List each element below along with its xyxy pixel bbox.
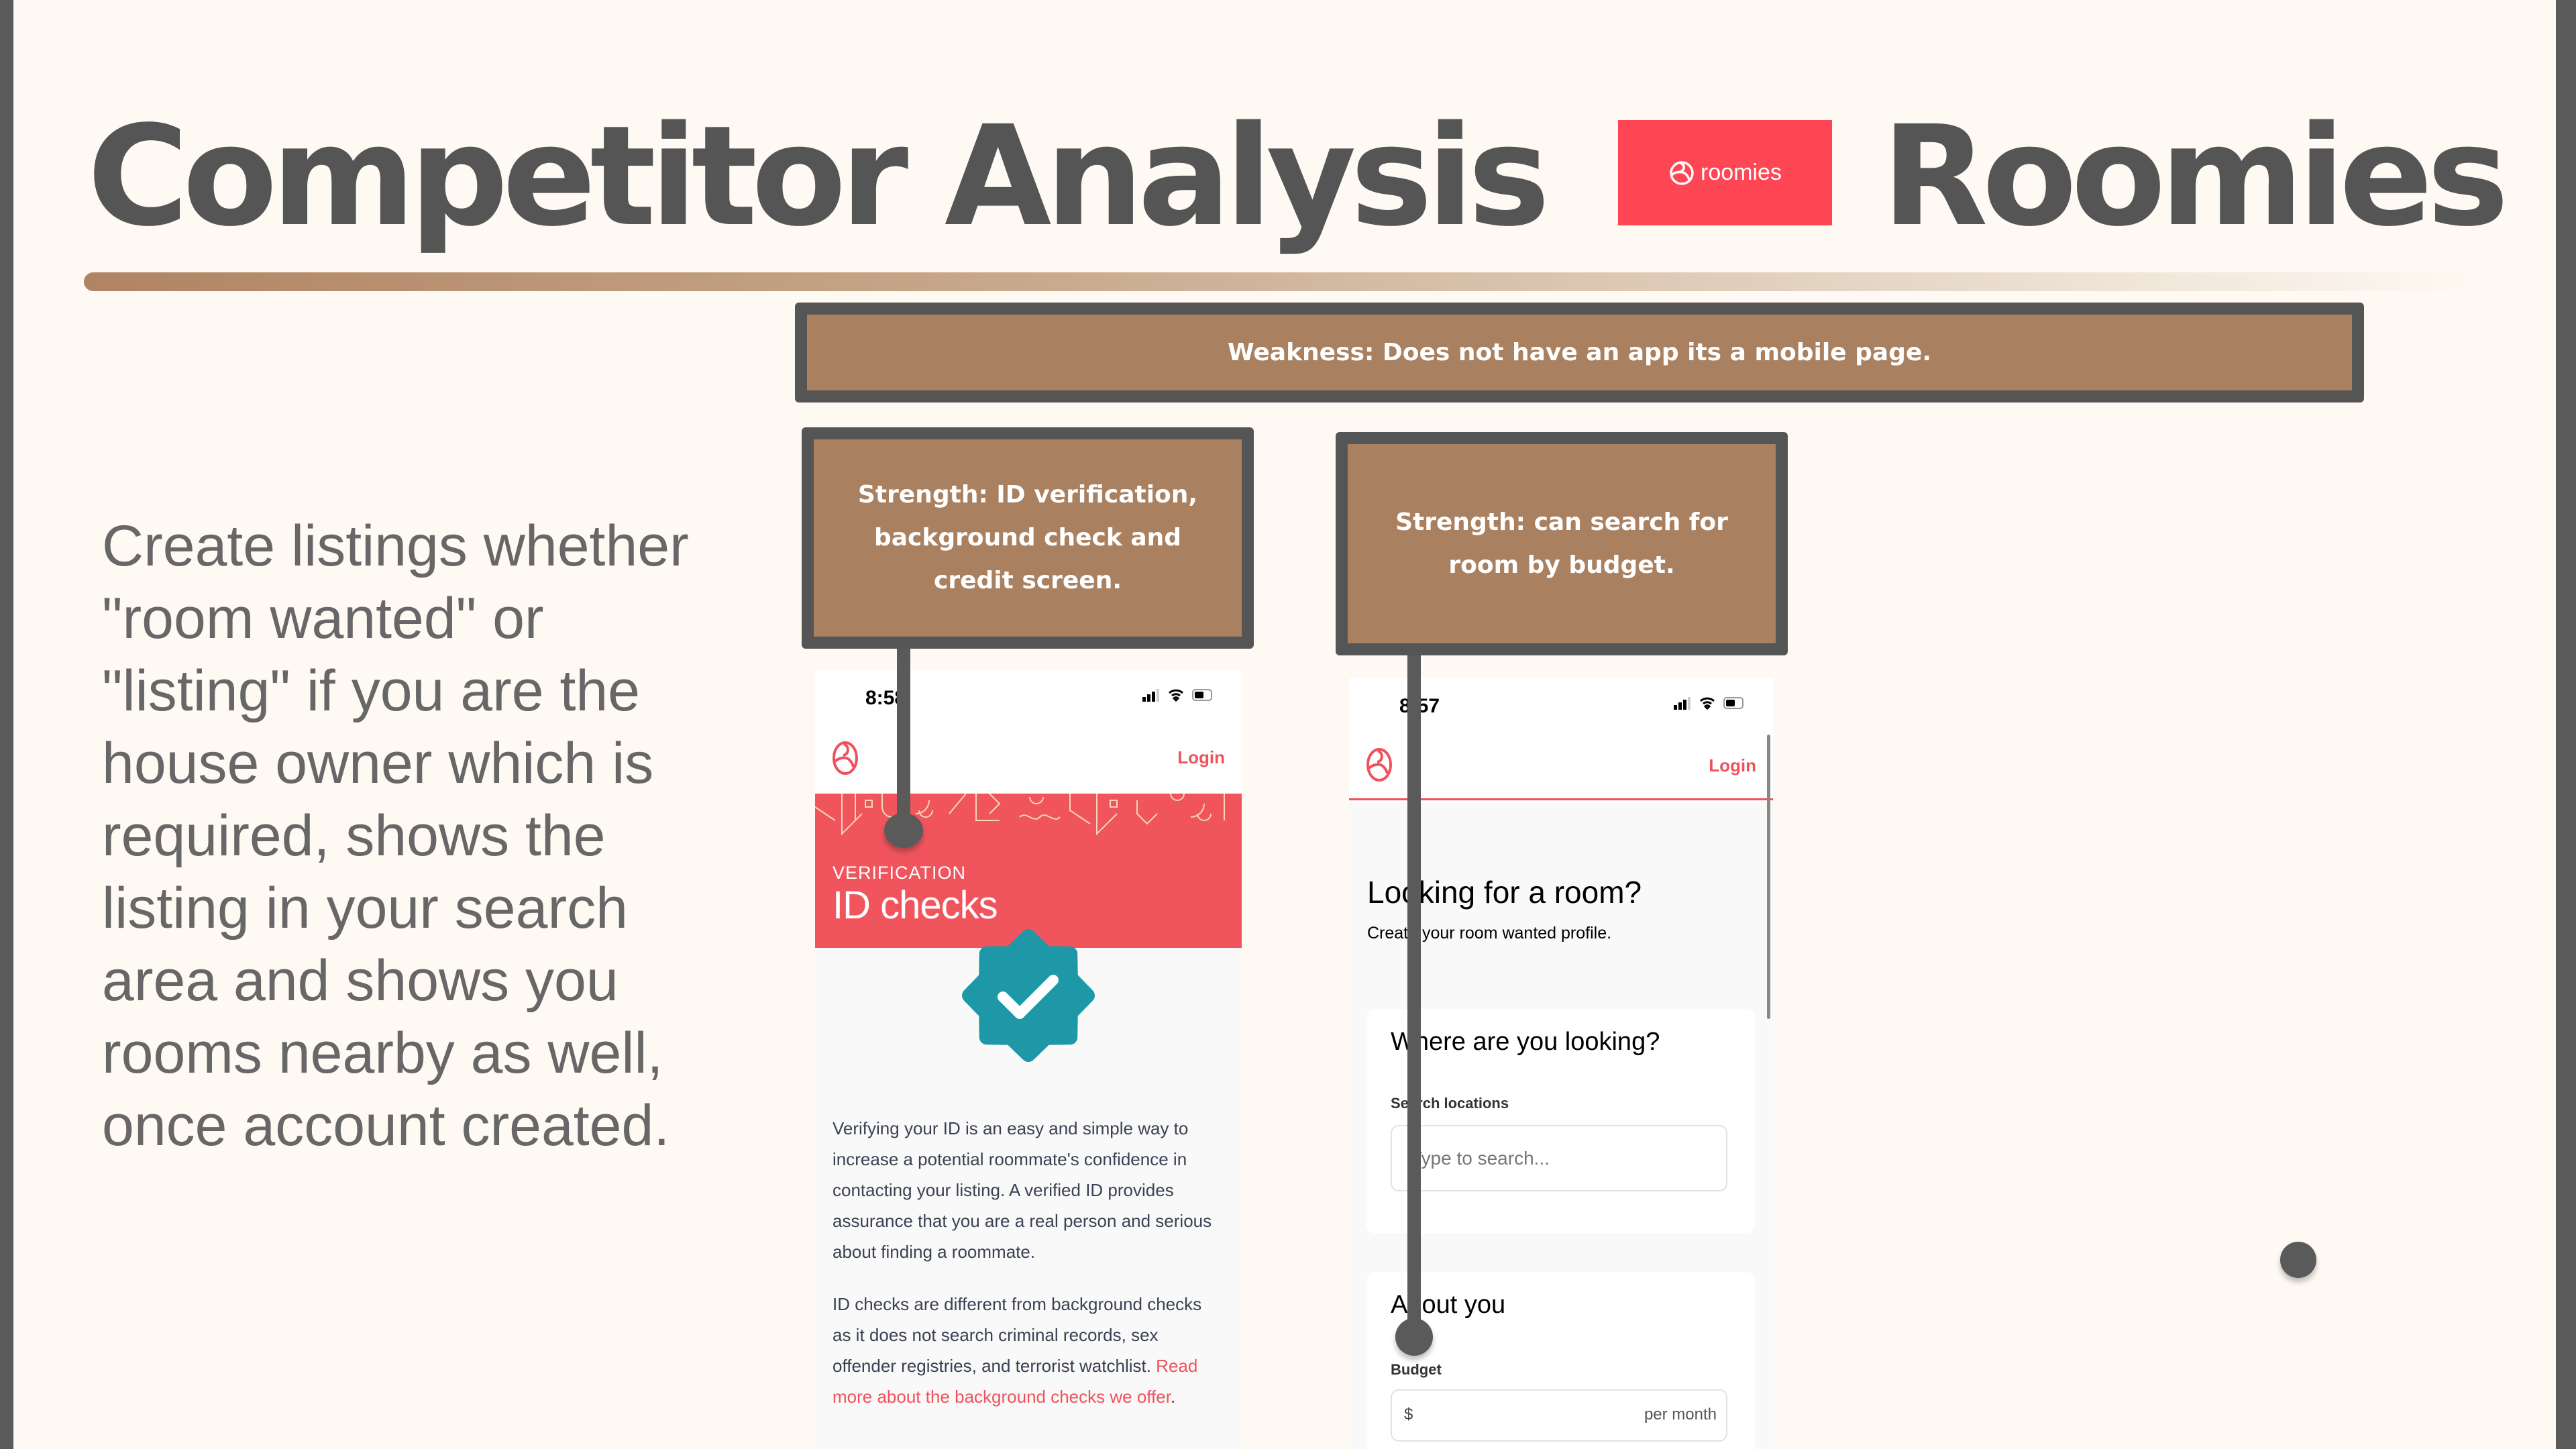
login-link[interactable]: Login (1709, 755, 1756, 776)
paragraph-line: contacting your listing. A verified ID p… (833, 1180, 1174, 1200)
connector-line (897, 649, 910, 830)
description-line: required, shows the (102, 804, 606, 868)
login-link[interactable]: Login (1177, 747, 1225, 768)
roomies-logo: roomies (1618, 120, 1832, 225)
signal-icon (1142, 689, 1159, 702)
verified-badge-icon (962, 929, 1095, 1062)
roomies-logo-icon (1670, 160, 1694, 185)
background-checks-link[interactable]: more about the background checks we offe… (833, 1387, 1171, 1407)
paragraph-line: offender registries, and terrorist watch… (833, 1356, 1157, 1376)
id-checks-heading: ID checks (833, 883, 998, 927)
paragraph-line: about finding a roommate. (833, 1242, 1036, 1262)
paragraph-line: ID checks are different from background … (833, 1294, 1202, 1314)
paragraph-line: assurance that you are a real person and… (833, 1211, 1212, 1231)
connector-dot (1395, 1318, 1433, 1356)
location-card: Where are you looking? Search locations … (1366, 1009, 1755, 1234)
connector-line (1407, 655, 1421, 1333)
verification-banner: VERIFICATION ID checks (815, 794, 1242, 948)
status-bar: 8:58 Login (815, 670, 1242, 794)
description-line: "listing" if you are the (102, 659, 641, 723)
description-line: once account created. (102, 1093, 670, 1158)
room-wanted-subheading: Create your room wanted profile. (1367, 924, 1612, 943)
strength-note-budget-search: Strength: can search for room by budget. (1336, 432, 1788, 655)
about-you-card: About you Budget $ per month (1366, 1272, 1755, 1449)
description-line: house owner which is (102, 731, 654, 796)
per-month-suffix: per month (1644, 1405, 1717, 1424)
connector-dot (884, 813, 923, 848)
background-checks-link[interactable]: Read (1156, 1356, 1197, 1376)
signal-icon (1674, 697, 1690, 710)
wifi-icon (1700, 697, 1715, 710)
battery-icon (1723, 697, 1743, 709)
description-line: Create listings whether (102, 514, 689, 578)
location-card-title: Where are you looking? (1391, 1028, 1660, 1056)
right-edge (2556, 0, 2576, 1449)
roomies-logo-text: roomies (1701, 160, 1782, 185)
budget-label: Budget (1391, 1361, 1442, 1378)
brand-title: Roomies (1882, 96, 2509, 257)
phone-screenshot-id-checks: 8:58 Login VERIFICATION ID checks Verify… (815, 670, 1242, 1449)
strength-note-id-verification: Strength: ID verification, background ch… (802, 427, 1254, 649)
description-line: listing in your search (102, 876, 628, 941)
stray-dot (2280, 1242, 2316, 1278)
roomies-logo-icon (833, 741, 858, 775)
roomies-logo-icon (1366, 748, 1392, 782)
scrollbar[interactable] (1767, 735, 1770, 1019)
title-divider (84, 272, 2472, 291)
paragraph-line: as it does not search criminal records, … (833, 1325, 1159, 1345)
wifi-icon (1169, 689, 1183, 702)
paragraph-line: Verifying your ID is an easy and simple … (833, 1118, 1189, 1138)
search-locations-input[interactable]: Type to search... (1391, 1125, 1727, 1191)
description-line: "room wanted" or (102, 586, 544, 651)
verification-eyebrow: VERIFICATION (833, 863, 967, 883)
paragraph-period: . (1170, 1387, 1176, 1407)
background-checks-paragraph: ID checks are different from background … (833, 1289, 1201, 1412)
budget-input[interactable]: $ per month (1391, 1389, 1727, 1442)
page-title: Competitor Analysis (87, 96, 1550, 257)
description-text: Create listings whether "room wanted" or… (102, 510, 689, 1162)
search-placeholder: Type to search... (1411, 1148, 1550, 1169)
status-icons (1142, 688, 1215, 702)
banner-pattern-icon (815, 794, 1225, 836)
description-line: rooms nearby as well, (102, 1021, 663, 1085)
currency-symbol: $ (1404, 1405, 1413, 1424)
paragraph-line: increase a potential roommate's confiden… (833, 1149, 1187, 1169)
description-line: area and shows you (102, 949, 619, 1013)
weakness-note: Weakness: Does not have an app its a mob… (795, 303, 2364, 402)
left-edge (0, 0, 13, 1449)
id-verification-paragraph: Verifying your ID is an easy and simple … (833, 1113, 1212, 1267)
status-icons (1674, 696, 1746, 710)
battery-icon (1192, 689, 1212, 701)
